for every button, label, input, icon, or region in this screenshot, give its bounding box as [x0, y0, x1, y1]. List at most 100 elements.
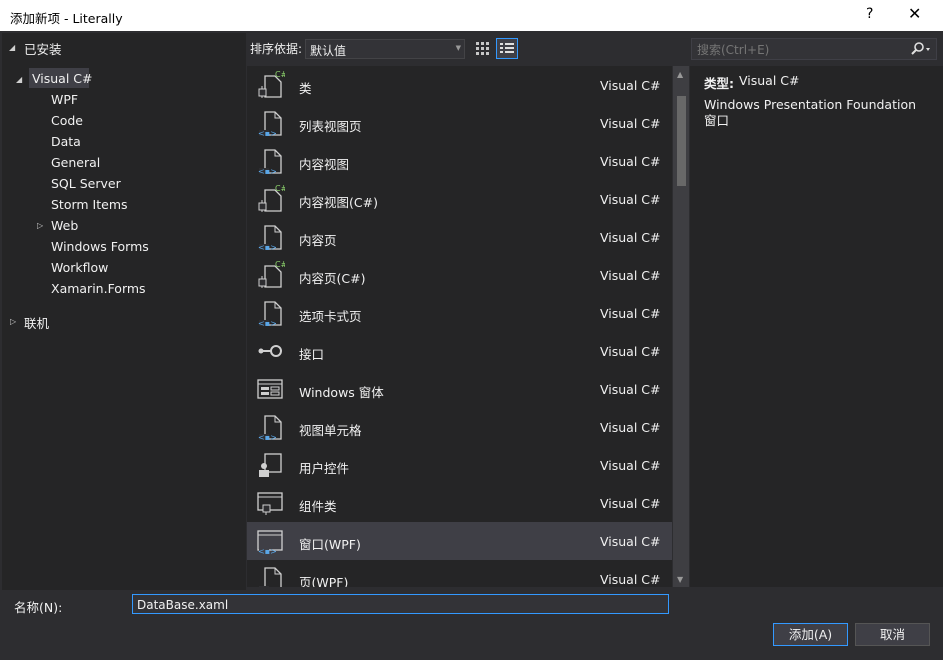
sort-label: 排序依据: — [250, 42, 303, 56]
tree-installed[interactable]: 已安装 — [24, 39, 62, 58]
scroll-down-icon[interactable]: ▼ — [677, 575, 683, 584]
expand-web-icon[interactable]: ▷ — [37, 221, 43, 230]
tree-item-data[interactable]: Data — [51, 134, 81, 149]
list-view-icon — [500, 43, 514, 53]
template-row[interactable]: <▪> 内容页 Visual C# — [247, 218, 672, 256]
add-button[interactable]: 添加(A) — [773, 623, 848, 646]
list-view-button[interactable] — [496, 38, 518, 59]
template-row[interactable]: C# 内容页(C#) Visual C# — [247, 256, 672, 294]
template-language: Visual C# — [600, 192, 661, 207]
template-name: 内容页 — [299, 233, 337, 248]
close-button[interactable]: ✕ — [908, 4, 921, 23]
tree-item-xamarin-forms[interactable]: Xamarin.Forms — [51, 281, 146, 296]
component-icon — [255, 488, 285, 518]
template-language: Visual C# — [600, 382, 661, 397]
template-description: Windows Presentation Foundation 窗口 — [704, 97, 917, 128]
template-row[interactable]: C# 类 Visual C# — [247, 66, 672, 104]
svg-text:C#: C# — [275, 184, 285, 193]
template-language: Visual C# — [600, 344, 661, 359]
search-input[interactable] — [695, 41, 904, 58]
template-name: 内容视图(C#) — [299, 195, 378, 210]
tree-online[interactable]: 联机 — [24, 313, 49, 332]
expand-installed-icon[interactable]: ◢ — [9, 43, 15, 52]
name-input[interactable] — [135, 596, 667, 613]
template-language: Visual C# — [600, 458, 661, 473]
template-row[interactable]: C# 内容视图(C#) Visual C# — [247, 180, 672, 218]
form-icon — [255, 374, 285, 404]
template-name: 用户控件 — [299, 461, 350, 476]
template-language: Visual C# — [600, 306, 661, 321]
template-language: Visual C# — [600, 496, 661, 511]
tree-item-code[interactable]: Code — [51, 113, 83, 128]
scroll-up-icon[interactable]: ▲ — [677, 70, 683, 79]
scroll-thumb[interactable] — [677, 96, 686, 186]
template-name: 内容页(C#) — [299, 271, 366, 286]
template-name: 页(WPF) — [299, 575, 349, 587]
template-row[interactable]: <▪> 视图单元格 Visual C# — [247, 408, 672, 446]
template-language: Visual C# — [600, 78, 661, 93]
template-row[interactable]: Windows 窗体 Visual C# — [247, 370, 672, 408]
tree-visual-csharp[interactable]: Visual C# — [32, 71, 93, 86]
template-name: 列表视图页 — [299, 119, 362, 134]
template-row[interactable]: <▪> 窗口(WPF) Visual C# — [247, 522, 672, 560]
list-scrollbar[interactable]: ▲ ▼ — [673, 66, 689, 587]
svg-text:C#: C# — [275, 260, 285, 269]
interface-icon — [255, 336, 285, 366]
page-icon: <▪> — [255, 564, 285, 587]
search-icon[interactable] — [908, 40, 934, 58]
svg-text:<▪>: <▪> — [258, 547, 277, 556]
class-icon: C# — [255, 260, 288, 290]
page-icon: <▪> — [255, 298, 285, 328]
search-box — [691, 38, 937, 60]
tree-item-storm-items[interactable]: Storm Items — [51, 197, 128, 212]
expand-visual-csharp-icon[interactable]: ◢ — [16, 75, 22, 84]
sort-value: 默认值 — [310, 44, 347, 58]
tree-item-sql-server[interactable]: SQL Server — [51, 176, 121, 191]
page-icon: <▪> — [255, 412, 285, 442]
template-language: Visual C# — [600, 420, 661, 435]
page-icon: <▪> — [255, 108, 285, 138]
type-label: 类型: — [704, 76, 734, 91]
svg-text:<▪>: <▪> — [258, 167, 277, 176]
svg-text:<▪>: <▪> — [258, 129, 277, 138]
grid-view-icon — [476, 42, 489, 55]
template-name: 视图单元格 — [299, 423, 362, 438]
template-row[interactable]: 组件类 Visual C# — [247, 484, 672, 522]
tree-item-windows-forms[interactable]: Windows Forms — [51, 239, 149, 254]
window-title: 添加新项 - Literally — [10, 11, 123, 26]
class-icon: C# — [255, 70, 288, 100]
template-name: 类 — [299, 81, 312, 96]
svg-text:<▪>: <▪> — [258, 433, 277, 442]
page-icon: <▪> — [255, 222, 285, 252]
svg-text:<▪>: <▪> — [258, 585, 277, 587]
template-row[interactable]: <▪> 列表视图页 Visual C# — [247, 104, 672, 142]
template-language: Visual C# — [600, 534, 661, 549]
help-button[interactable]: ? — [866, 6, 873, 22]
cancel-button[interactable]: 取消 — [855, 623, 930, 646]
template-row[interactable]: 用户控件 Visual C# — [247, 446, 672, 484]
sort-dropdown[interactable]: 默认值 ▼ — [305, 39, 465, 59]
svg-text:<▪>: <▪> — [258, 319, 277, 328]
template-list: C# 类 Visual C# <▪> 列表视图页 Visual C# <▪> 内容视图 Visu… — [247, 66, 672, 587]
tree-item-web[interactable]: Web — [51, 218, 78, 233]
template-row[interactable]: <▪> 内容视图 Visual C# — [247, 142, 672, 180]
template-name: Windows 窗体 — [299, 385, 384, 400]
page-icon: <▪> — [255, 146, 285, 176]
tree-item-general[interactable]: General — [51, 155, 100, 170]
template-row[interactable]: 接口 Visual C# — [247, 332, 672, 370]
template-row[interactable]: <▪> 页(WPF) Visual C# — [247, 560, 672, 587]
template-language: Visual C# — [600, 572, 661, 587]
expand-online-icon[interactable]: ▷ — [10, 317, 16, 326]
name-field — [132, 594, 669, 614]
class-icon: C# — [255, 184, 288, 214]
tree-item-wpf[interactable]: WPF — [51, 92, 78, 107]
grid-view-button[interactable] — [472, 39, 492, 57]
name-label: 名称(N): — [14, 600, 63, 615]
tree-item-workflow[interactable]: Workflow — [51, 260, 108, 275]
chevron-down-icon: ▼ — [455, 44, 461, 52]
template-name: 内容视图 — [299, 157, 350, 172]
template-name: 接口 — [299, 347, 325, 362]
template-row[interactable]: <▪> 选项卡式页 Visual C# — [247, 294, 672, 332]
svg-text:C#: C# — [275, 70, 285, 79]
template-language: Visual C# — [600, 268, 661, 283]
